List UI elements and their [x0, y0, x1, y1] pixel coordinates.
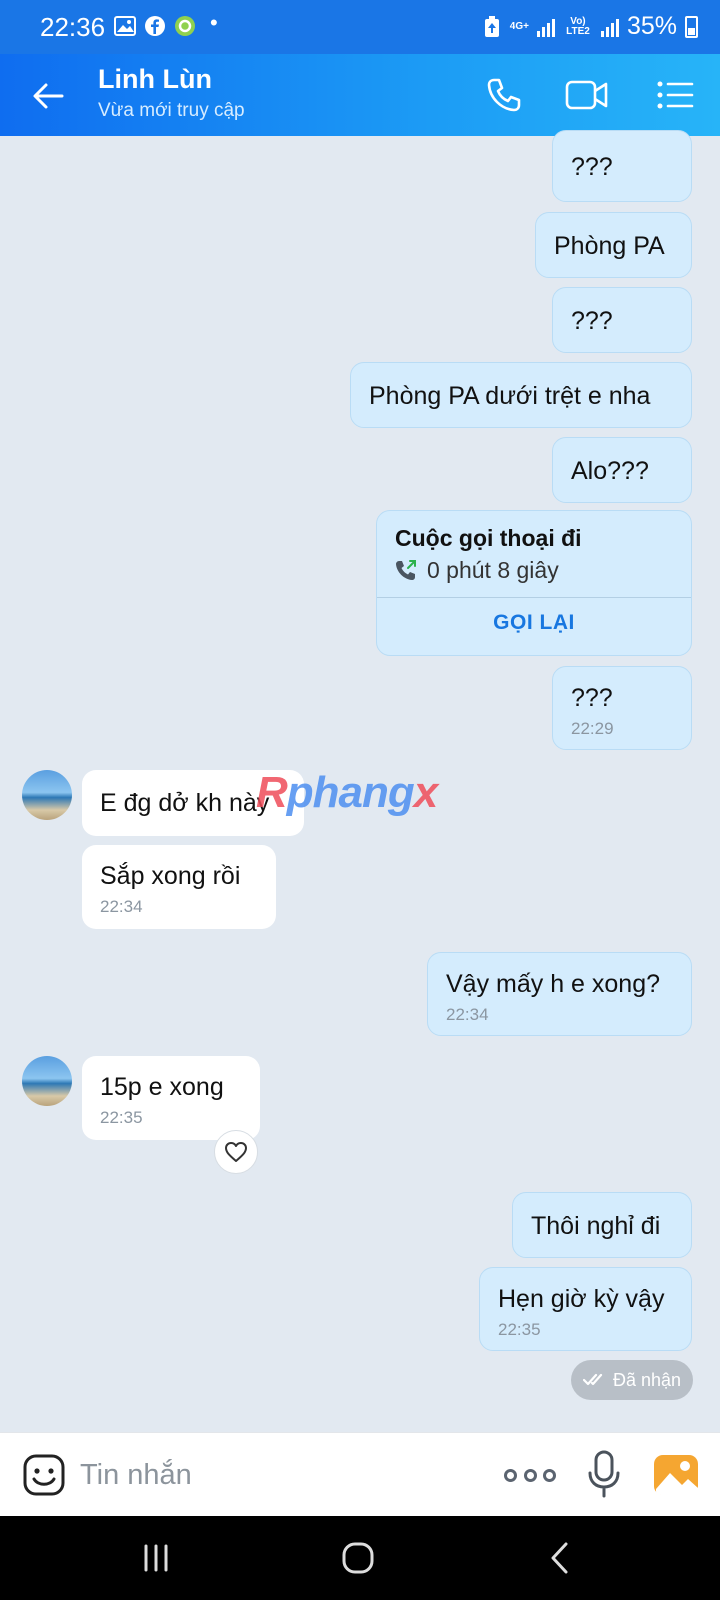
status-time: 22:36: [40, 12, 106, 42]
chat-options-button[interactable]: [652, 72, 698, 118]
home-icon: [342, 1542, 374, 1574]
voice-call-button[interactable]: [481, 72, 527, 118]
call-title: Cuộc gọi thoại đi: [395, 525, 582, 551]
call-card-divider: [377, 597, 691, 598]
network-label-1: 4G+: [509, 20, 529, 32]
message-text: ???: [571, 684, 613, 712]
message-incoming[interactable]: Sắp xong rồi 22:34: [82, 845, 276, 929]
contact-name[interactable]: Linh Lùn: [98, 64, 212, 95]
message-time: 22:35: [100, 1108, 143, 1127]
message-time: 22:34: [100, 897, 143, 916]
outgoing-call-icon: [396, 560, 416, 580]
message-composer: [0, 1432, 720, 1516]
more-notifications-dot-icon: •: [210, 10, 218, 35]
call-log-card[interactable]: Cuộc gọi thoại đi 0 phút 8 giây GỌI LẠI: [376, 510, 692, 656]
call-duration: 0 phút 8 giây: [427, 557, 559, 583]
phone-icon: [487, 78, 521, 112]
video-call-button[interactable]: [564, 72, 610, 118]
message-incoming[interactable]: 15p e xong 22:35: [82, 1056, 260, 1140]
message-text: 15p e xong: [100, 1073, 224, 1101]
call-back-button[interactable]: GỌI LẠI: [377, 611, 691, 635]
back-arrow-icon[interactable]: [28, 76, 68, 116]
message-outgoing[interactable]: Phòng PA dưới trệt e nha: [350, 362, 692, 428]
battery-icon: [685, 15, 698, 38]
microphone-icon[interactable]: [584, 1449, 624, 1499]
message-text: Phòng PA: [554, 232, 665, 260]
watermark-logo: Rphangx: [256, 768, 438, 817]
home-button[interactable]: [336, 1538, 380, 1578]
contact-avatar[interactable]: [22, 1056, 72, 1106]
heart-icon: [225, 1142, 247, 1162]
message-outgoing[interactable]: ??? 22:29: [552, 666, 692, 750]
message-text: Phòng PA dưới trệt e nha: [369, 382, 651, 410]
status-right: 4G+ Vo) LTE2 35%: [482, 12, 698, 41]
recent-apps-icon: [144, 1544, 168, 1572]
list-menu-icon: [657, 81, 694, 109]
react-heart-button[interactable]: [214, 1130, 258, 1174]
image-gallery-icon[interactable]: [652, 1451, 700, 1499]
more-options-button[interactable]: [504, 1453, 556, 1497]
chat-header: Linh Lùn Vừa mới truy cập: [0, 54, 720, 136]
delivery-status-badge: Đã nhận: [571, 1360, 693, 1400]
message-outgoing[interactable]: Vậy mấy h e xong? 22:34: [427, 952, 692, 1036]
message-outgoing[interactable]: ???: [552, 287, 692, 353]
double-check-icon: [582, 1373, 603, 1386]
recent-apps-button[interactable]: [134, 1538, 178, 1578]
message-outgoing[interactable]: ???: [552, 130, 692, 202]
back-button[interactable]: [538, 1538, 582, 1578]
sticker-emoji-icon[interactable]: [22, 1453, 66, 1497]
video-camera-icon: [565, 80, 608, 110]
message-text: Alo???: [571, 457, 649, 485]
message-text: Vậy mấy h e xong?: [446, 970, 661, 998]
facebook-notification-icon: [145, 16, 165, 36]
message-text: ???: [571, 153, 613, 181]
contact-status: Vừa mới truy cập: [98, 100, 245, 121]
message-time: 22:35: [498, 1320, 541, 1339]
app-notification-icon: [175, 16, 195, 36]
message-text: Hẹn giờ kỳ vậy: [498, 1285, 665, 1313]
network-label-2: Vo) LTE2: [566, 15, 590, 37]
message-outgoing[interactable]: Alo???: [552, 437, 692, 503]
message-outgoing[interactable]: Thôi nghỉ đi: [512, 1192, 692, 1258]
message-time: 22:29: [571, 719, 614, 738]
delivery-status-text: Đã nhận: [612, 1369, 682, 1390]
message-list[interactable]: ??? Phòng PA ??? Phòng PA dưới trệt e nh…: [0, 130, 720, 1432]
signal-bars-1-icon: [536, 17, 555, 37]
message-text: ???: [571, 307, 613, 335]
battery-percent: 35%: [626, 12, 677, 40]
message-text: Sắp xong rồi: [100, 862, 241, 890]
contact-avatar[interactable]: [22, 770, 72, 820]
signal-bars-2-icon: [600, 17, 619, 37]
message-text: Thôi nghỉ đi: [531, 1212, 661, 1240]
message-outgoing[interactable]: Phòng PA: [535, 212, 692, 278]
data-saver-icon: [484, 15, 499, 37]
message-input[interactable]: [80, 1453, 480, 1497]
back-chevron-icon: [551, 1542, 568, 1574]
message-outgoing[interactable]: Hẹn giờ kỳ vậy 22:35: [479, 1267, 692, 1351]
message-time: 22:34: [446, 1005, 489, 1024]
status-bar: 22:36 • 4G+ Vo) LTE2 35%: [0, 0, 720, 54]
gallery-notification-icon: [114, 16, 136, 36]
system-navigation-bar: [0, 1516, 720, 1600]
